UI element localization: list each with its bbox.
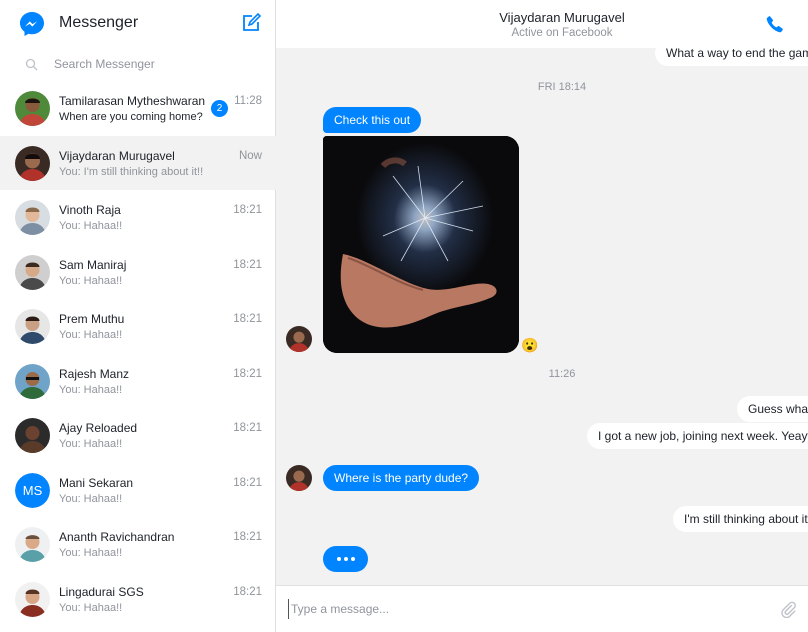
conversation-preview: You: I'm still thinking about it!! [59, 165, 204, 178]
conversation-preview: You: Hahaa!! [59, 601, 123, 614]
phone-call-icon[interactable] [766, 15, 784, 33]
conversation-preview: You: Hahaa!! [59, 547, 123, 559]
conversation-item[interactable]: Rajesh Manz You: Hahaa!! 18:21 [0, 354, 276, 409]
avatar [15, 145, 50, 181]
conversation-name: Ajay Reloaded [59, 421, 138, 435]
conversation-name: Vijaydaran Murugavel [59, 148, 175, 163]
contact-avatar [286, 326, 312, 352]
message-bubble-incoming: What a way to end the game [655, 48, 808, 66]
conversation-preview: When are you coming home? [59, 111, 203, 123]
conversation-item[interactable]: Ajay Reloaded You: Hahaa!! 18:21 [0, 408, 276, 463]
typing-dot [336, 557, 341, 561]
typing-dot [343, 557, 348, 561]
conversation-item[interactable]: MS Mani Sekaran You: Hahaa!! 18:21 [0, 463, 276, 518]
typing-indicator [323, 546, 368, 572]
conversation-time: 18:21 [233, 422, 262, 434]
chat-header: Vijaydaran Murugavel Active on Facebook [276, 0, 808, 48]
avatar [15, 91, 50, 126]
typing-dot [350, 557, 355, 561]
message-bubble-incoming: I'm still thinking about it!! [673, 506, 808, 532]
message-bubble-incoming: I got a new job, joining next week. Yeay… [587, 423, 808, 449]
conversation-time: 18:21 [233, 585, 262, 598]
timestamp-divider: FRI 18:14 [537, 81, 587, 93]
avatar: MS [15, 472, 50, 508]
conversation-preview: You: Hahaa!! [59, 438, 123, 450]
conversation-name: Ananth Ravichandran [59, 530, 175, 544]
message-composer [276, 585, 808, 632]
conversation-time: 18:21 [233, 204, 262, 216]
search-input[interactable] [54, 54, 264, 74]
conversation-name: Prem Muthu [59, 312, 125, 326]
contact-name: Vijaydaran Murugavel [499, 10, 625, 25]
avatar [15, 363, 50, 399]
conversation-name: Mani Sekaran [59, 475, 134, 490]
conversation-name: Vinoth Raja [59, 203, 121, 217]
conversation-preview: You: Hahaa!! [59, 492, 123, 505]
avatar [15, 254, 50, 290]
conversation-sidebar: Messenger Tamilarasan Mytheshwaran When … [0, 0, 276, 632]
timestamp-divider: 11:26 [548, 368, 576, 380]
conversation-preview: You: Hahaa!! [59, 220, 123, 232]
message-bubble-outgoing: Where is the party dude? [323, 465, 480, 491]
conversation-item[interactable]: Lingadurai SGS You: Hahaa!! 18:21 [0, 572, 276, 627]
conversation-name: Rajesh Manz [59, 366, 130, 381]
shared-photo[interactable] [323, 136, 519, 353]
conversation-item[interactable]: Vinoth Raja You: Hahaa!! 18:21 [0, 190, 276, 245]
conversation-time: 18:21 [233, 531, 262, 543]
conversation-item[interactable]: Sam Maniraj You: Hahaa!! 18:21 [0, 245, 276, 300]
avatar [15, 581, 50, 617]
message-bubble-outgoing: Check this out [323, 107, 422, 133]
conversation-name: Sam Maniraj [59, 257, 127, 272]
compose-icon[interactable] [240, 12, 262, 34]
message-bubble-incoming: Guess what [737, 396, 808, 422]
message-input[interactable] [288, 599, 758, 619]
avatar [15, 527, 50, 562]
conversation-time: 18:21 [233, 258, 262, 271]
search-icon [25, 58, 38, 71]
conversation-time: 18:21 [233, 313, 262, 325]
conversation-name: Tamilarasan Mytheshwaran [59, 94, 206, 108]
conversation-preview: You: Hahaa!! [59, 383, 123, 396]
conversation-item[interactable]: Vijaydaran Murugavel You: I'm still thin… [0, 135, 276, 190]
reaction-emoji: 😮 [521, 337, 539, 353]
unread-badge: 2 [211, 100, 228, 117]
message-thread: What a way to end the game FRI 18:14 Che… [276, 48, 808, 585]
search-bar [0, 50, 276, 78]
messenger-logo-icon [20, 12, 44, 36]
avatar [15, 418, 50, 453]
paperclip-icon[interactable] [779, 600, 797, 618]
conversation-time: 18:21 [233, 476, 262, 489]
avatar-initials: MS [15, 472, 50, 508]
conversation-time: 18:21 [233, 367, 262, 380]
conversation-name: Lingadurai SGS [59, 584, 144, 599]
app-title: Messenger [59, 14, 139, 31]
conversation-list: Tamilarasan Mytheshwaran When are you co… [0, 81, 276, 626]
sidebar-header: Messenger [0, 0, 276, 46]
conversation-item[interactable]: Prem Muthu You: Hahaa!! 18:21 [0, 299, 276, 354]
contact-avatar [286, 465, 312, 491]
conversation-time: Now [238, 149, 262, 162]
conversation-preview: You: Hahaa!! [59, 274, 123, 287]
conversation-item[interactable]: Ananth Ravichandran You: Hahaa!! 18:21 [0, 517, 276, 572]
conversation-preview: You: Hahaa!! [59, 329, 123, 341]
conversation-time: 11:28 [234, 95, 262, 107]
conversation-item[interactable]: Tamilarasan Mytheshwaran When are you co… [0, 81, 276, 136]
chat-panel: Vijaydaran Murugavel Active on Facebook … [276, 0, 808, 632]
contact-status: Active on Facebook [511, 27, 613, 39]
avatar [15, 200, 50, 235]
avatar [15, 309, 50, 344]
